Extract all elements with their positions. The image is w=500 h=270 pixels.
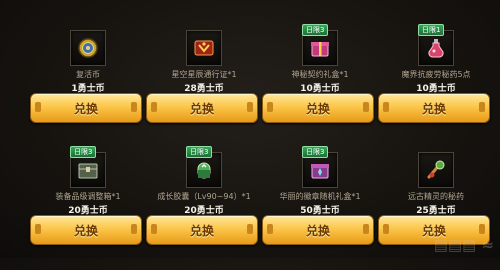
shop-item-fatigue-potion: 日限1 魔界抗疲劳秘药5点 10勇士币 兑换 [378, 24, 494, 148]
daily-limit-badge: 日限3 [186, 146, 213, 158]
item-name: 装备品级调整箱*1 [55, 192, 121, 201]
item-name: 神秘契约礼盒*1 [291, 70, 349, 79]
item-slot[interactable]: 日限1 [418, 24, 454, 66]
daily-limit-badge: 日限3 [302, 24, 329, 36]
exchange-button[interactable]: 兑换 [30, 93, 142, 123]
exchange-button-label: 兑换 [189, 224, 214, 238]
shop-item-growth-capsule: 日限3 成长胶囊（Lv90~94）*1 20勇士币 兑换 [146, 146, 262, 270]
item-slot[interactable]: 日限3 [302, 24, 338, 66]
shop-item-pass-ticket: 星空星辰通行证*1 28勇士币 兑换 [146, 30, 262, 148]
exchange-button-label: 兑换 [73, 224, 98, 238]
exchange-button[interactable]: 兑换 [30, 215, 142, 245]
resurrection-coin-icon [78, 38, 98, 58]
exchange-shop: 复活币 1勇士币 兑换 星空星辰通行证*1 28勇士币 兑换 日限3 神秘契约礼… [0, 0, 500, 258]
shop-item-emblem-box: 日限3 华丽的徽章随机礼盒*1 50勇士币 兑换 [262, 146, 378, 270]
exchange-button[interactable]: 兑换 [262, 93, 374, 123]
emblem-box-icon [311, 164, 329, 179]
exchange-button[interactable]: 兑换 [146, 93, 258, 123]
fatigue-potion-icon [428, 39, 444, 58]
exchange-button[interactable]: 兑换 [146, 215, 258, 245]
exchange-button-label: 兑换 [189, 102, 214, 116]
shop-item-grade-box: 日限3 装备品级调整箱*1 20勇士币 兑换 [30, 146, 146, 270]
shop-item-contract-box: 日限3 神秘契约礼盒*1 10勇士币 兑换 [262, 24, 378, 148]
item-slot[interactable] [70, 30, 106, 66]
daily-limit-badge: 日限1 [418, 24, 445, 36]
item-name: 星空星辰通行证*1 [171, 70, 237, 79]
pass-ticket-icon [194, 40, 214, 56]
grade-box-icon [78, 163, 98, 179]
item-name: 华丽的徽章随机礼盒*1 [279, 192, 361, 201]
growth-capsule-icon [197, 162, 211, 179]
exchange-button-label: 兑换 [305, 224, 330, 238]
daily-limit-badge: 日限3 [302, 146, 329, 158]
ancient-elixir-icon [427, 160, 445, 179]
exchange-button-label: 兑换 [73, 102, 98, 116]
exchange-button[interactable]: 兑换 [378, 93, 490, 123]
watermark-logo: ▤▤▤ ≈ [433, 236, 494, 254]
item-name: 成长胶囊（Lv90~94）*1 [157, 192, 251, 201]
item-slot[interactable]: 日限3 [70, 146, 106, 188]
contract-box-icon [311, 42, 329, 57]
item-slot[interactable] [186, 30, 222, 66]
item-slot[interactable] [418, 152, 454, 188]
item-slot[interactable]: 日限3 [186, 146, 222, 188]
shop-item-resurrection-coin: 复活币 1勇士币 兑换 [30, 30, 146, 148]
item-name: 复活币 [76, 70, 100, 79]
exchange-button-label: 兑换 [421, 102, 446, 116]
exchange-button-label: 兑换 [305, 102, 330, 116]
item-name: 远古精灵的秘药 [408, 192, 464, 201]
exchange-button[interactable]: 兑换 [262, 215, 374, 245]
daily-limit-badge: 日限3 [70, 146, 97, 158]
item-name: 魔界抗疲劳秘药5点 [401, 70, 471, 79]
item-slot[interactable]: 日限3 [302, 146, 338, 188]
